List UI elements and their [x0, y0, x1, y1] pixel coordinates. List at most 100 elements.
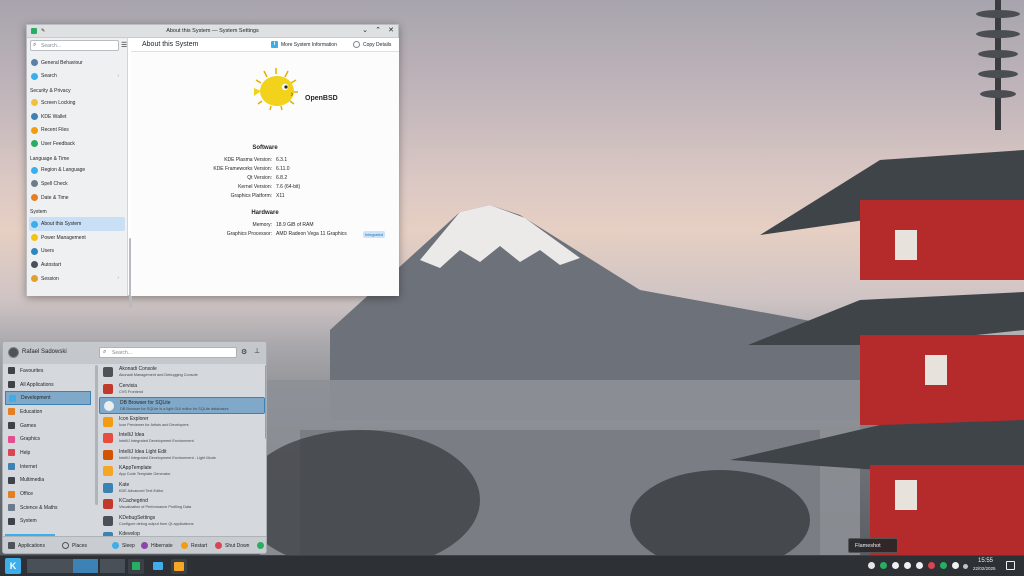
sidebar-item-date-time[interactable]: Date & Time — [29, 191, 125, 205]
maximize-button[interactable]: ⌃ — [374, 26, 382, 36]
clock-time[interactable]: 15:55 — [978, 558, 993, 564]
category-education[interactable]: Education — [3, 405, 95, 419]
sidebar-item-recent-files[interactable]: Recent Files — [29, 123, 125, 137]
network-icon[interactable] — [940, 562, 947, 569]
users-icon — [31, 247, 38, 255]
sidebar-item-general-behaviour[interactable]: General Behaviour — [29, 56, 125, 70]
window-titlebar[interactable]: ✎ About this System — System Settings ⌄ … — [27, 25, 398, 38]
audio-icon[interactable] — [952, 562, 959, 569]
science-maths-icon — [8, 504, 15, 512]
launcher-search-input[interactable]: ⌕ Search... — [99, 347, 237, 358]
app-item-icon-explorer[interactable]: Icon Explorer Icon Previewer for Artists … — [99, 414, 265, 431]
configure-icon[interactable]: ⚙ — [241, 348, 247, 356]
avatar[interactable] — [8, 347, 19, 358]
sidebar-item-label: About this System — [41, 221, 82, 228]
clock-date[interactable]: 22/02/2025 — [973, 566, 996, 571]
sidebar-item-user-feedback[interactable]: User Feedback — [29, 137, 125, 151]
sidebar-category-security-privacy: Security & Privacy — [30, 88, 71, 95]
system-settings-window[interactable]: ✎ About this System — System Settings ⌄ … — [26, 24, 399, 308]
sleep-button[interactable]: Sleep — [112, 542, 135, 549]
copy-details-button[interactable]: Copy Details — [353, 41, 391, 48]
notification-icon[interactable] — [928, 562, 935, 569]
app-item-db-browser-for-sqlite[interactable]: DB Browser for SQLite DB Browser for SQLi… — [99, 397, 265, 414]
category-internet[interactable]: Internet — [3, 460, 95, 474]
app-item-kdevelop[interactable]: Kdevelop — [99, 529, 265, 536]
category-all-applications[interactable]: All Applications — [3, 378, 95, 392]
category-multimedia[interactable]: Multimedia — [3, 474, 95, 488]
akonadi-console-icon — [103, 367, 113, 377]
app-item-kapptemplate[interactable]: KAppTemplate App Code Template Generator — [99, 463, 265, 480]
app-item-kdebugsettings[interactable]: KDebugSettings Configure debug output fro… — [99, 513, 265, 530]
app-description: Icon Previewer for Artists and Developer… — [119, 422, 189, 427]
close-button[interactable]: ✕ — [387, 26, 395, 36]
application-scrollbar[interactable] — [265, 365, 266, 439]
sidebar-category-language-time: Language & Time — [30, 155, 70, 162]
hibernate-button[interactable]: Hibernate — [141, 542, 173, 549]
clipboard-tray-icon[interactable] — [904, 562, 911, 569]
category-games[interactable]: Games — [3, 419, 95, 433]
app-item-intellij-idea[interactable]: IntelliJ Idea IntelliJ Integrated Develop… — [99, 430, 265, 447]
task-system-settings[interactable] — [128, 559, 144, 574]
sidebar-item-search[interactable]: Search › — [29, 70, 125, 84]
update-tray-icon[interactable] — [880, 562, 887, 569]
search-icon: ⌕ — [103, 349, 107, 355]
desktop-pager-3[interactable] — [73, 559, 98, 573]
sidebar-search-input[interactable]: ⌕ Search... — [30, 40, 119, 51]
app-item-cervisia[interactable]: Cervisia CVS Frontend — [99, 381, 265, 398]
sidebar-item-power-management[interactable]: Power Management — [29, 231, 125, 245]
app-item-kate[interactable]: Kate KDE Advanced Text Editor — [99, 480, 265, 497]
more-system-information-button[interactable]: i More System Information — [271, 41, 337, 48]
region-icon — [31, 166, 38, 174]
restart-button[interactable]: Restart — [181, 542, 207, 549]
category-system[interactable]: System — [3, 515, 95, 529]
hardware-section-title: Hardware — [251, 210, 279, 216]
category-graphics[interactable]: Graphics — [3, 432, 95, 446]
chevron-right-icon: › — [117, 72, 119, 79]
show-desktop-icon[interactable] — [1006, 561, 1015, 570]
sidebar-item-session[interactable]: Session › — [29, 272, 125, 286]
intellij-idea-icon — [103, 433, 113, 443]
logout-button[interactable] — [257, 542, 264, 549]
app-item-akonadi-console[interactable]: Akonadi Console Akonadi Management and De… — [99, 364, 265, 381]
minimize-button[interactable]: ⌄ — [361, 26, 369, 36]
search-icon — [31, 72, 38, 80]
tab-places[interactable]: Places — [62, 542, 87, 549]
sidebar-item-screen-locking[interactable]: Screen Locking — [29, 96, 125, 110]
desktop-pager-1[interactable] — [27, 559, 52, 573]
sidebar-item-users[interactable]: Users — [29, 245, 125, 259]
app-name: DB Browser for SQLite — [120, 400, 171, 406]
desktop-pager-2[interactable] — [50, 559, 75, 573]
app-launcher-button[interactable]: K — [5, 558, 21, 574]
category-science-maths[interactable]: Science & Maths — [3, 501, 95, 515]
category-favourites[interactable]: Favourites — [3, 364, 95, 378]
app-item-kcachegrind[interactable]: KCachegrind Visualization of Performance … — [99, 496, 265, 513]
sidebar-item-spell-check[interactable]: Spell Check — [29, 177, 125, 191]
info-key: Kernel Version: — [238, 184, 272, 190]
info-value: 18.9 GiB of RAM — [276, 222, 314, 228]
flameshot-tray-icon[interactable] — [868, 562, 875, 569]
app-item-intellij-idea-light-edit[interactable]: IntelliJ Idea Light Edit IntelliJ Integra… — [99, 447, 265, 464]
volume-icon[interactable] — [916, 562, 923, 569]
task-terminal[interactable] — [171, 559, 187, 574]
sidebar-item-about-this-system[interactable]: About this System — [29, 217, 125, 231]
desktop-pager-4[interactable] — [100, 559, 125, 573]
tab-applications[interactable]: Applications — [8, 542, 45, 549]
software-section-title: Software — [252, 145, 278, 151]
task-file-manager[interactable] — [150, 559, 166, 574]
shutdown-button[interactable]: Shut Down — [215, 542, 249, 549]
category-scrollbar[interactable] — [95, 365, 98, 505]
category-help[interactable]: Help — [3, 446, 95, 460]
sidebar-item-autostart[interactable]: Autostart — [29, 258, 125, 272]
kapptemplate-icon — [103, 466, 113, 476]
sidebar-item-region-language[interactable]: Region & Language — [29, 164, 125, 178]
hamburger-menu-button[interactable]: ☰ — [121, 41, 127, 49]
tray-expand-icon[interactable] — [963, 564, 968, 569]
sidebar-item-label: Session — [41, 275, 59, 282]
category-office[interactable]: Office — [3, 487, 95, 501]
pin-icon[interactable]: ⊥ — [254, 347, 260, 355]
category-development[interactable]: Development — [5, 391, 91, 406]
icon-explorer-icon — [103, 416, 113, 427]
check-tray-icon[interactable] — [892, 562, 899, 569]
sidebar-item-kde-wallet[interactable]: KDE Wallet — [29, 110, 125, 124]
places-icon — [62, 542, 69, 549]
